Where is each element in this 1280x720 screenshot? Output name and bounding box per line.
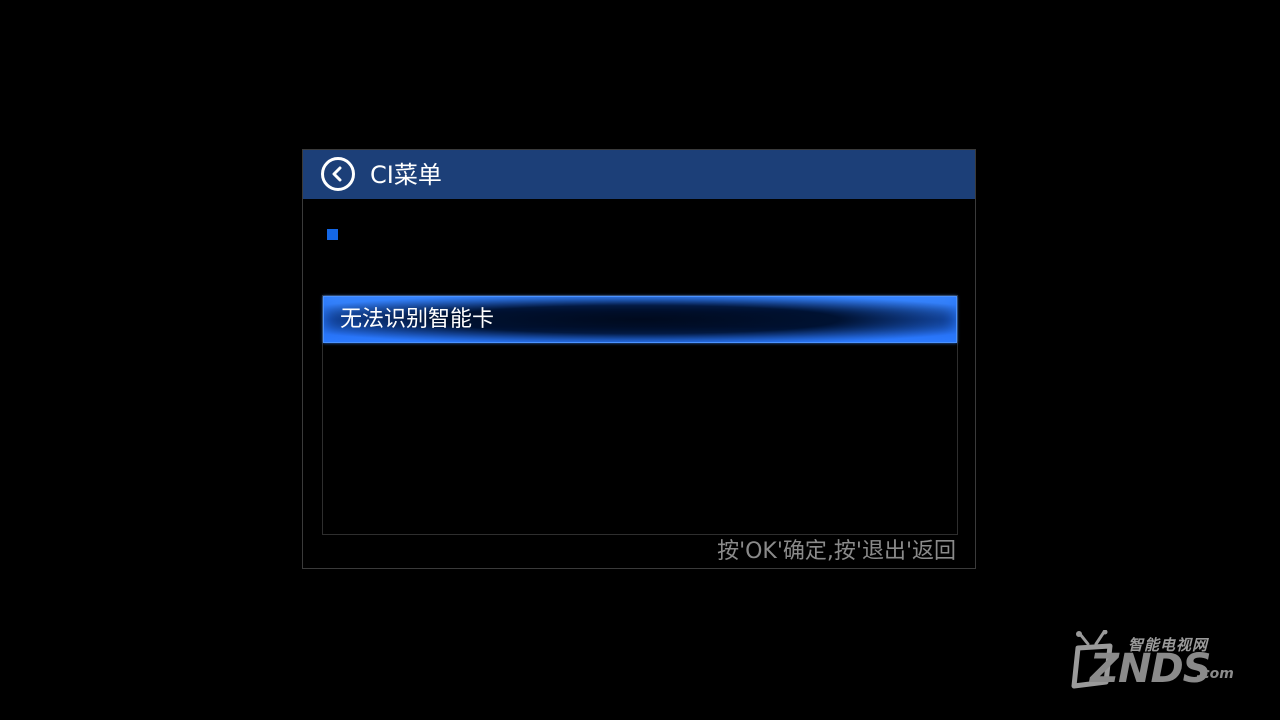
status-indicator <box>327 229 338 240</box>
list-item-smart-card[interactable]: 无法识别智能卡 <box>323 296 957 343</box>
screen: CI菜单 无法识别智能卡 按'OK'确定,按'退出'返回 智能电视网 ZNDS … <box>0 0 1280 720</box>
menu-list: 无法识别智能卡 <box>322 295 958 535</box>
list-item-label: 无法识别智能卡 <box>340 307 495 332</box>
dialog-header: CI菜单 <box>303 150 975 199</box>
ci-menu-dialog: CI菜单 无法识别智能卡 按'OK'确定,按'退出'返回 <box>302 149 976 569</box>
back-button[interactable] <box>321 157 355 191</box>
key-hint: 按'OK'确定,按'退出'返回 <box>717 539 956 564</box>
chevron-left-icon <box>332 166 342 182</box>
watermark-suffix: .com <box>1196 666 1234 682</box>
watermark-brand: ZNDS <box>1090 646 1211 692</box>
dialog-title: CI菜单 <box>370 161 442 189</box>
znds-watermark-logo: 智能电视网 ZNDS .com <box>1068 620 1238 692</box>
